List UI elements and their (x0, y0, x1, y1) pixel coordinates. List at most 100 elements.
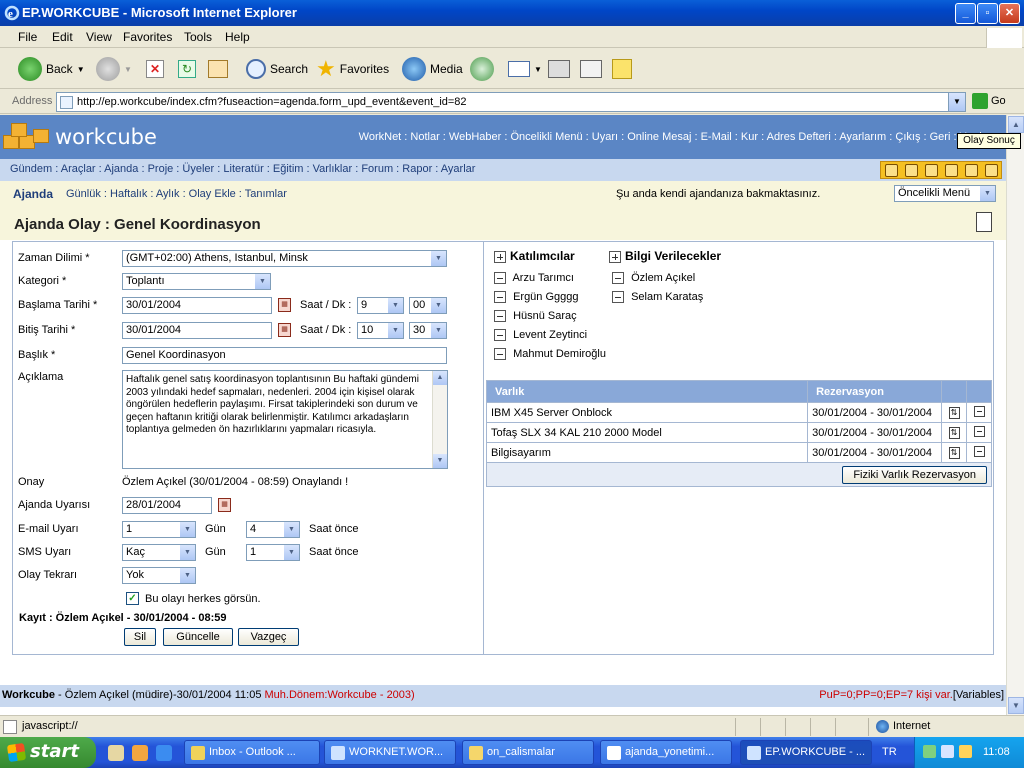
scroll-down-icon[interactable]: ▼ (1008, 697, 1024, 714)
forward-button[interactable]: ▼ (96, 55, 132, 83)
agenda-links[interactable]: Günlük : Haftalık : Aylık : Olay Ekle : … (66, 188, 287, 200)
media-button[interactable]: Media (402, 55, 463, 83)
menu-help[interactable]: Help (225, 30, 250, 44)
scroll-up-icon[interactable]: ▲ (1008, 116, 1024, 133)
menu-tools[interactable]: Tools (184, 30, 212, 44)
home-button[interactable] (208, 55, 228, 83)
email-days-select[interactable]: 4 ▼ (246, 521, 300, 538)
address-dropdown-icon[interactable]: ▼ (948, 93, 965, 111)
start-hour-select[interactable]: 9 ▼ (357, 297, 404, 314)
refresh-icon[interactable] (984, 163, 998, 177)
task-outlook[interactable]: Inbox - Outlook ... (184, 740, 320, 765)
remove-icon[interactable] (973, 405, 985, 417)
participant-item: Hüsnü Saraç (494, 310, 577, 323)
tray-monitor-icon[interactable] (941, 745, 954, 758)
menu-favorites[interactable]: Favorites (123, 30, 172, 44)
top-navigation[interactable]: WorkNet : Notlar : WebHaber : Öncelikli … (359, 131, 994, 143)
timezone-select[interactable]: (GMT+02:00) Athens, Istanbul, Minsk ▼ (122, 250, 447, 267)
quicklaunch-explorer-icon[interactable] (108, 745, 124, 761)
calendar-icon[interactable]: ▦ (278, 323, 291, 337)
mail-button[interactable]: ▼ (508, 55, 542, 83)
maximize-button[interactable]: ▫ (977, 3, 998, 24)
physical-asset-reservation-button[interactable]: Fiziki Varlık Rezervasyon (842, 465, 987, 484)
quicklaunch-media-icon[interactable] (132, 745, 148, 761)
category-select[interactable]: Toplantı ▼ (122, 273, 271, 290)
task-worknet[interactable]: WORKNET.WOR... (324, 740, 456, 765)
remove-icon[interactable] (494, 348, 506, 361)
remove-icon[interactable] (973, 425, 985, 437)
favorites-button[interactable]: ★ Favorites (316, 55, 389, 83)
tray-speaker-icon[interactable] (959, 745, 972, 758)
language-indicator[interactable]: TR (882, 746, 897, 758)
stop-button[interactable]: ✕ (146, 55, 164, 83)
menu-file[interactable]: File (18, 30, 37, 44)
swap-icon[interactable]: ⇅ (948, 407, 960, 419)
task-document[interactable]: ajanda_yonetimi... (600, 740, 732, 765)
end-date-input[interactable]: 30/01/2004 (122, 322, 272, 339)
sms-days-select[interactable]: 1 ▼ (246, 544, 300, 561)
remove-icon[interactable] (494, 329, 506, 342)
textarea-scrollbar[interactable]: ▲ ▼ (432, 371, 447, 468)
calendar-icon[interactable]: ▦ (218, 498, 231, 512)
quicklaunch-ie-icon[interactable] (156, 745, 172, 761)
remove-icon[interactable] (494, 272, 506, 285)
remove-icon[interactable] (973, 445, 985, 457)
update-button[interactable]: Güncelle (163, 628, 233, 646)
main-nav-links[interactable]: Gündem : Araçlar : Ajanda : Proje : Üyel… (10, 163, 475, 175)
task-workcube[interactable]: EP.WORKCUBE - ... (740, 740, 872, 765)
priority-menu-select[interactable]: Öncelikli Menü ▼ (894, 185, 996, 202)
scroll-up-icon[interactable]: ▲ (433, 371, 447, 385)
minimize-button[interactable]: _ (955, 3, 976, 24)
history-button[interactable] (470, 55, 494, 83)
subject-input[interactable]: Genel Koordinasyon (122, 347, 447, 364)
add-icon[interactable] (609, 250, 621, 263)
delete-button[interactable]: Sil (124, 628, 156, 646)
calendar-icon[interactable] (904, 163, 918, 177)
chart-icon[interactable] (924, 163, 938, 177)
close-button[interactable]: ✕ (999, 3, 1020, 24)
end-minute-select[interactable]: 30 ▼ (409, 322, 447, 339)
settings-icon[interactable] (884, 163, 898, 177)
public-checkbox[interactable]: ✓ (126, 592, 139, 605)
reminder-date-input[interactable]: 28/01/2004 (122, 497, 212, 514)
start-minute-select[interactable]: 00 ▼ (409, 297, 447, 314)
refresh-button[interactable]: ↻ (178, 55, 196, 83)
network-icon[interactable] (964, 163, 978, 177)
cancel-button[interactable]: Vazgeç (238, 628, 299, 646)
back-button[interactable]: Back ▼ (18, 55, 85, 83)
informed-header[interactable]: Bilgi Verilecekler (609, 249, 721, 263)
email-count-select[interactable]: 1 ▼ (122, 521, 196, 538)
search-button[interactable]: Search (246, 55, 308, 83)
description-textarea[interactable]: Haftalık genel satış koordinasyon toplan… (122, 370, 448, 469)
swap-icon[interactable]: ⇅ (948, 427, 960, 439)
gear-icon[interactable] (944, 163, 958, 177)
menu-view[interactable]: View (86, 30, 112, 44)
scroll-down-icon[interactable]: ▼ (433, 454, 447, 468)
tray-network-icon[interactable] (923, 745, 936, 758)
calendar-icon[interactable]: ▦ (278, 298, 291, 312)
edit-button[interactable] (580, 55, 602, 83)
add-icon[interactable] (494, 250, 506, 263)
start-date-input[interactable]: 30/01/2004 (122, 297, 272, 314)
workcube-logo[interactable]: workcube (3, 121, 157, 153)
print-button[interactable] (548, 55, 570, 83)
menu-edit[interactable]: Edit (52, 30, 73, 44)
end-hour-select[interactable]: 10 ▼ (357, 322, 404, 339)
participants-header[interactable]: Katılımcılar (494, 249, 575, 263)
participant-item: Levent Zeytinci (494, 329, 587, 342)
remove-icon[interactable] (494, 291, 506, 304)
repeat-select[interactable]: Yok ▼ (122, 567, 196, 584)
address-input[interactable]: http://ep.workcube/index.cfm?fuseaction=… (56, 92, 966, 112)
task-folder[interactable]: on_calismalar (462, 740, 594, 765)
remove-icon[interactable] (612, 272, 624, 285)
messenger-button[interactable] (612, 55, 632, 83)
go-button[interactable]: Go (972, 93, 1006, 109)
start-button[interactable]: start (0, 737, 96, 768)
remove-icon[interactable] (494, 310, 506, 323)
sms-select[interactable]: Kaç ▼ (122, 544, 196, 561)
swap-icon[interactable]: ⇅ (948, 447, 960, 459)
remove-icon[interactable] (612, 291, 624, 304)
page-scrollbar[interactable]: ▲ ▼ (1006, 115, 1024, 715)
event-result-icon[interactable] (976, 212, 992, 232)
variables-link[interactable]: [Variables] (953, 689, 1004, 701)
